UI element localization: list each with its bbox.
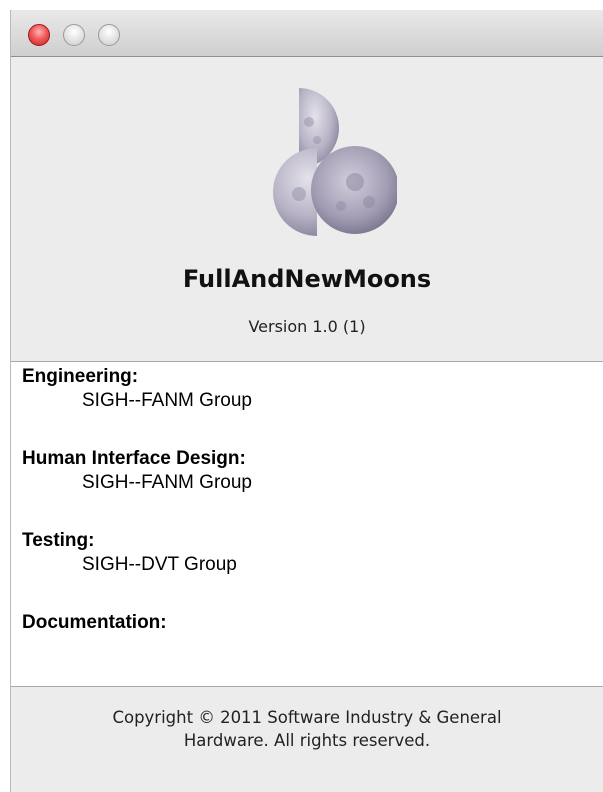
minimize-button[interactable] bbox=[63, 24, 85, 46]
credit-heading: Human Interface Design: bbox=[22, 448, 246, 469]
credits-scroll-area[interactable]: Engineering: SIGH--FANM Group Human Inte… bbox=[11, 361, 603, 687]
copyright-text: Copyright © 2011 Software Industry & Gen… bbox=[11, 706, 603, 752]
credit-heading: Documentation: bbox=[22, 612, 167, 633]
title-bar[interactable] bbox=[11, 10, 603, 57]
about-window: FullAndNewMoons Version 1.0 (1) Engineer… bbox=[10, 10, 603, 792]
zoom-button[interactable] bbox=[98, 24, 120, 46]
copyright-line-2: Hardware. All rights reserved. bbox=[183, 731, 431, 750]
close-button[interactable] bbox=[28, 24, 50, 46]
credit-heading: Testing: bbox=[22, 530, 95, 551]
credit-heading: Engineering: bbox=[22, 366, 139, 387]
copyright-line-1: Copyright © 2011 Software Industry & Gen… bbox=[112, 708, 502, 727]
app-version: Version 1.0 (1) bbox=[248, 317, 366, 336]
app-name: FullAndNewMoons bbox=[182, 265, 432, 293]
credit-value: SIGH--FANM Group bbox=[82, 390, 252, 411]
credit-value: SIGH--FANM Group bbox=[82, 472, 252, 493]
credit-value: SIGH--DVT Group bbox=[82, 554, 237, 575]
moons-icon bbox=[273, 88, 397, 236]
